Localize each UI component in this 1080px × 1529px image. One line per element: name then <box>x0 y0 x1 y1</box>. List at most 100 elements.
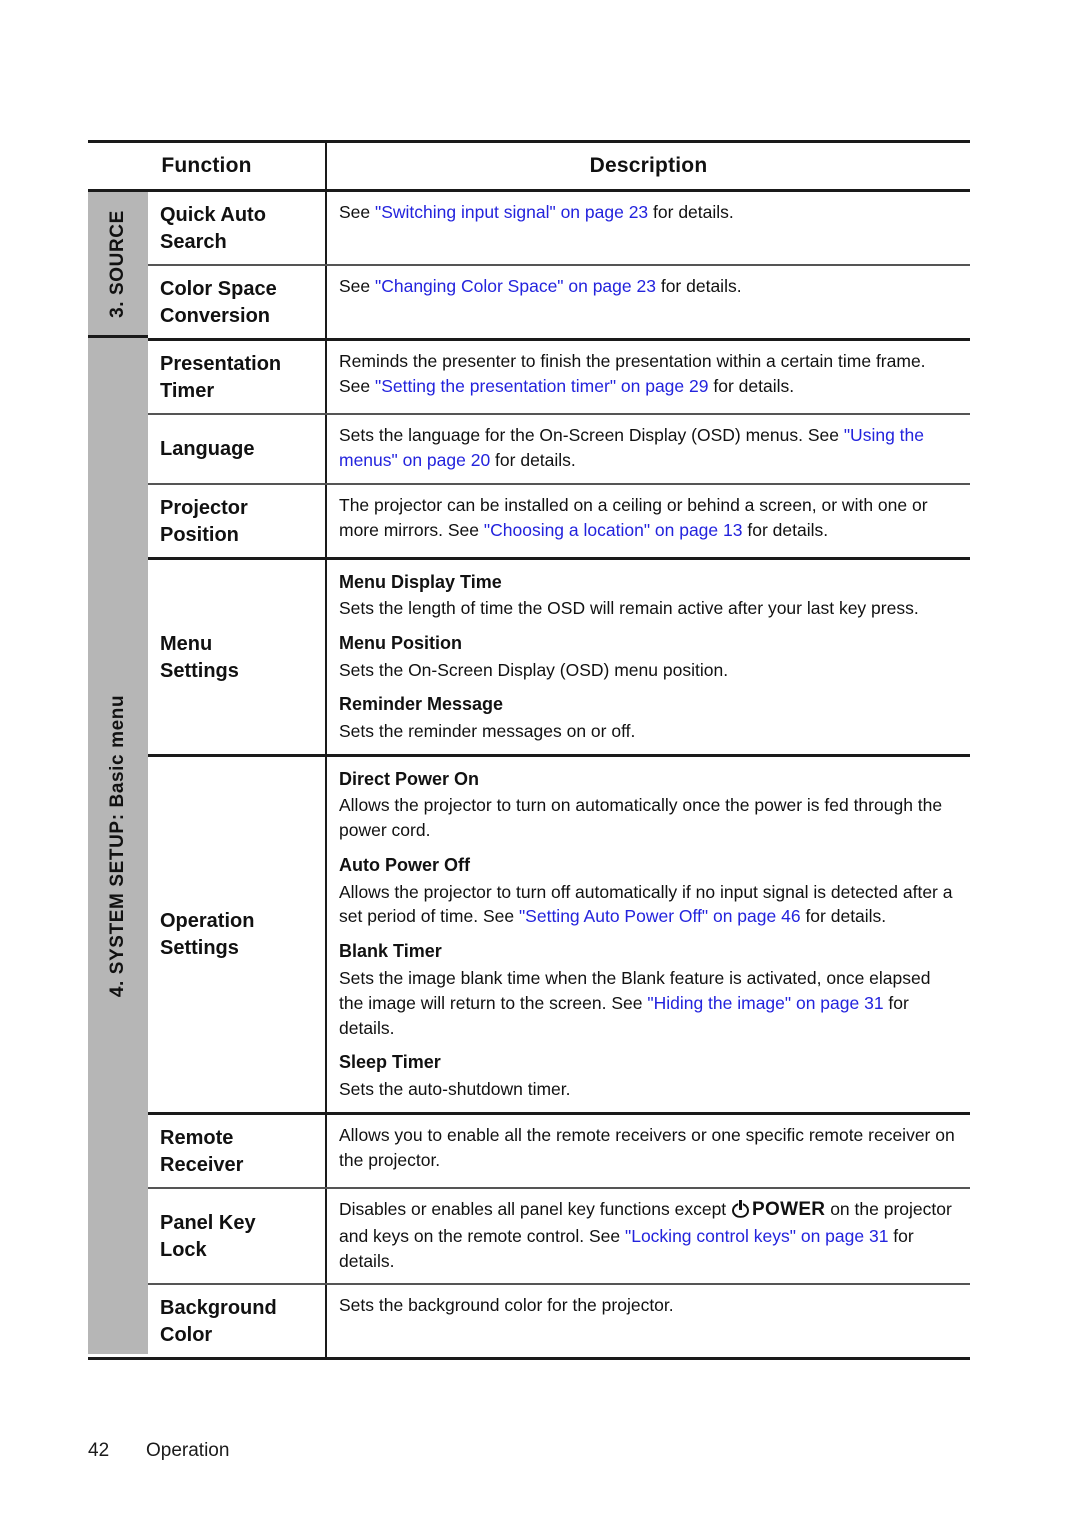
text-run: for details. <box>742 519 829 540</box>
description-cell: See "Switching input signal" on page 23 … <box>327 192 970 264</box>
text-run: Menu Position <box>339 633 462 654</box>
description-subheading: Auto Power Off <box>339 853 956 879</box>
text-run: Disables or enables all panel key functi… <box>339 1198 732 1219</box>
description-subheading: Blank Timer <box>339 939 956 965</box>
function-label-line: Projector <box>160 496 248 519</box>
table-row: Color Space Conversion See "Changing Color… <box>148 266 970 338</box>
text-run: for details. <box>800 906 887 927</box>
function-cell: Operation Settings <box>148 757 325 1112</box>
page-root: { "colors": { "link": "#2323dd", "sideba… <box>0 0 1080 1529</box>
description-cell: Sets the language for the On-Screen Disp… <box>327 415 970 483</box>
cross-reference-link[interactable]: "Choosing a location" on page 13 <box>484 520 743 540</box>
section-label-column: 3. SOURCE 4. SYSTEM SETUP: Basic menu <box>88 192 148 1357</box>
function-label-line: Language <box>160 438 255 461</box>
power-label: POWER <box>752 1198 826 1220</box>
cross-reference-link[interactable]: "Hiding the image" on page 31 <box>647 993 883 1013</box>
description-cell: Direct Power On Allows the projector to t… <box>327 757 970 1112</box>
function-cell: Presentation Timer <box>148 341 325 413</box>
description-paragraph: Sets the image blank time when the Blank… <box>339 966 956 1041</box>
description-paragraph: Disables or enables all panel key functi… <box>339 1197 956 1274</box>
settings-table: Function Description 3. SOURCE 4. SYSTEM … <box>88 140 970 1361</box>
column-header-description: Description <box>589 154 708 177</box>
function-label-line: Timer <box>160 380 215 402</box>
description-paragraph: See "Switching input signal" on page 23 … <box>339 200 956 225</box>
footer-chapter: Operation <box>146 1440 230 1461</box>
description-cell: Reminds the presenter to finish the pres… <box>327 341 970 413</box>
table-row: Remote Receiver Allows you to enable all t… <box>148 1114 970 1187</box>
table-header-row: Function Description <box>88 143 970 189</box>
function-cell: Background Color <box>148 1285 325 1357</box>
text-run: Sleep Timer <box>339 1052 441 1073</box>
column-header-function: Function <box>161 154 252 177</box>
function-label-line: Operation <box>160 910 255 933</box>
function-label-line: Quick Auto <box>160 204 266 226</box>
cross-reference-link[interactable]: "Setting Auto Power Off" on page 46 <box>519 906 801 926</box>
description-subheading: Menu Position <box>339 631 956 657</box>
section-label-cell: 3. SOURCE <box>88 192 148 338</box>
text-run: Sets the background color for the projec… <box>339 1295 674 1316</box>
function-cell: Quick Auto Search <box>148 192 325 264</box>
function-label-line: Background <box>160 1297 277 1320</box>
table-row: Projector Position The projector can be in… <box>148 484 970 557</box>
text-run: Direct Power On <box>339 768 480 789</box>
text-run: Sets the On-Screen Display (OSD) menu po… <box>339 659 729 680</box>
function-label-line: Search <box>160 231 227 253</box>
function-label-line: Color Space <box>160 278 277 300</box>
text-run: Sets the length of time the OSD will rem… <box>339 598 919 619</box>
cross-reference-link[interactable]: "Changing Color Space" on page 23 <box>375 276 656 296</box>
function-label-line: Lock <box>160 1239 207 1262</box>
cross-reference-link[interactable]: "Setting the presentation timer" on page… <box>375 376 708 396</box>
function-label-line: Settings <box>160 659 239 682</box>
table-rows: Quick Auto Search See "Switching input sig… <box>148 192 970 1358</box>
table-body: 3. SOURCE 4. SYSTEM SETUP: Basic menu Qui… <box>88 192 970 1358</box>
description-paragraph: Reminds the presenter to finish the pres… <box>339 349 956 399</box>
description-paragraph: Sets the reminder messages on or off. <box>339 719 956 744</box>
function-label-line: Remote <box>160 1126 234 1149</box>
description-cell: Allows you to enable all the remote rece… <box>327 1115 970 1187</box>
description-cell: See "Changing Color Space" on page 23 fo… <box>327 266 970 338</box>
function-label-line: Settings <box>160 937 239 960</box>
description-cell: Menu Display Time Sets the length of time… <box>327 560 970 754</box>
table-row: Menu Settings Menu Display Time Sets the le… <box>148 559 970 754</box>
table-row: Quick Auto Search See "Switching input sig… <box>148 192 970 264</box>
text-run: See <box>339 202 375 222</box>
table-row: Presentation Timer Reminds the presenter t… <box>148 341 970 413</box>
text-run: Auto Power Off <box>339 855 470 876</box>
description-cell: The projector can be installed on a ceil… <box>327 485 970 557</box>
function-label-line: Panel Key <box>160 1212 256 1235</box>
text-run: Blank Timer <box>339 941 442 962</box>
table-bottom-rule <box>88 1357 970 1361</box>
function-cell: Color Space Conversion <box>148 266 325 338</box>
function-cell: Remote Receiver <box>148 1115 325 1187</box>
cross-reference-link[interactable]: "Switching input signal" on page 23 <box>375 202 648 222</box>
description-paragraph: Sets the length of time the OSD will rem… <box>339 596 956 621</box>
description-paragraph: Allows the projector to turn off automat… <box>339 880 956 930</box>
table-row: Operation Settings Direct Power On Allows t… <box>148 756 970 1112</box>
text-run: for details. <box>708 375 795 396</box>
description-subheading: Menu Display Time <box>339 570 956 596</box>
description-paragraph: Sets the auto-shutdown timer. <box>339 1077 956 1102</box>
text-run: Menu Display Time <box>339 571 502 592</box>
description-subheading: Reminder Message <box>339 692 956 718</box>
function-label-line: Menu <box>160 632 213 655</box>
function-cell: Language <box>148 415 325 483</box>
text-run: Sets the language for the On-Screen Disp… <box>339 425 844 445</box>
function-cell: Menu Settings <box>148 560 325 754</box>
section-label-cell: 4. SYSTEM SETUP: Basic menu <box>88 338 148 1355</box>
function-label-line: Color <box>160 1324 213 1347</box>
cross-reference-link[interactable]: "Locking control keys" on page 31 <box>625 1226 888 1246</box>
section-label-text: 4. SYSTEM SETUP: Basic menu <box>107 695 128 998</box>
function-cell: Projector Position <box>148 485 325 557</box>
power-icon <box>732 1199 750 1218</box>
description-paragraph: Sets the background color for the projec… <box>339 1293 956 1318</box>
function-label-line: Presentation <box>160 353 282 375</box>
text-run: for details. <box>655 276 742 296</box>
description-subheading: Direct Power On <box>339 767 956 793</box>
table-row: Panel Key Lock Disables or enables all pan… <box>148 1188 970 1284</box>
description-cell: Sets the background color for the projec… <box>327 1285 970 1357</box>
text-run: for details. <box>648 202 734 222</box>
function-cell: Panel Key Lock <box>148 1189 325 1284</box>
text-run: Sets the reminder messages on or off. <box>339 721 636 742</box>
table-row: Background Color Sets the background color… <box>148 1285 970 1358</box>
function-label-line: Receiver <box>160 1153 244 1176</box>
